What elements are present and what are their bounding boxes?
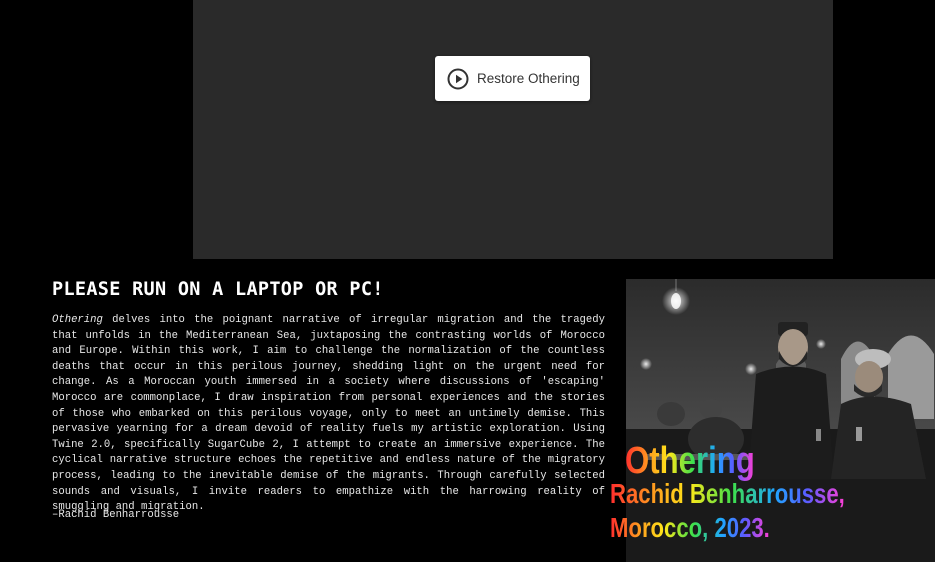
description-title: Othering [52, 314, 103, 326]
author-signature: –Rachid Benharrousse [52, 509, 180, 521]
description-body: delves into the poignant narrative of ir… [52, 314, 605, 514]
restore-button[interactable]: Restore Othering [435, 56, 590, 101]
restore-button-label: Restore Othering [477, 71, 580, 86]
artwork-place-year: Morocco, 2023. [610, 512, 770, 543]
description: Othering delves into the poignant narrat… [52, 313, 605, 516]
artwork-title: Othering [625, 440, 755, 482]
artwork-author: Rachid Benharrousse, [610, 478, 845, 509]
play-circle-icon [447, 68, 469, 89]
game-player: Restore Othering [193, 0, 833, 259]
page-heading: PLEASE RUN ON A LAPTOP OR PC! [52, 279, 384, 300]
